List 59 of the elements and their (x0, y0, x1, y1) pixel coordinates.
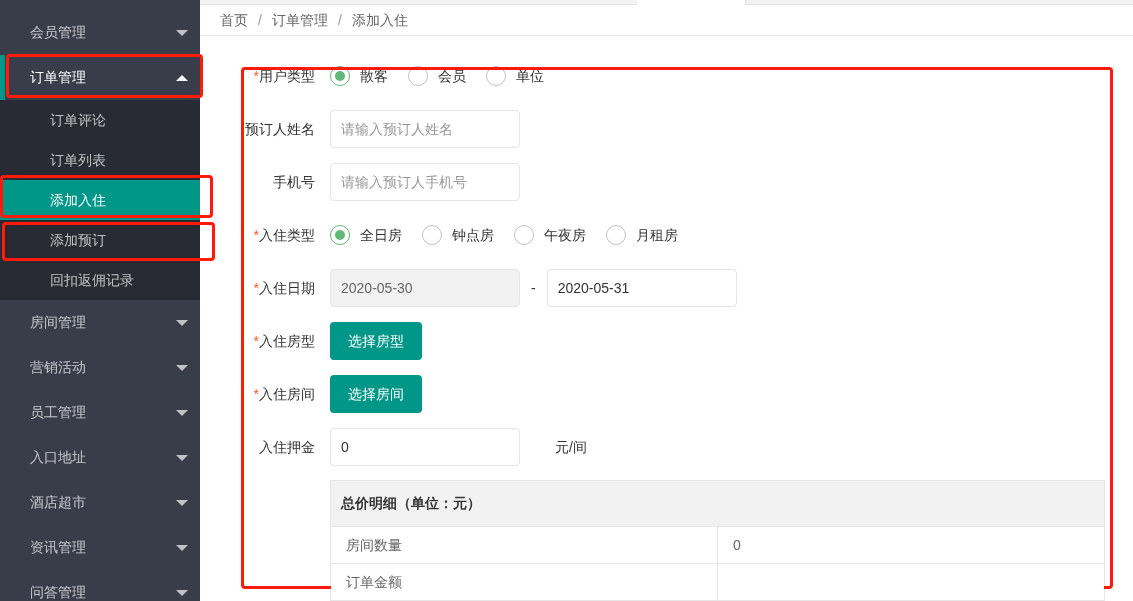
breadcrumb-link[interactable]: 订单管理 (271, 9, 328, 31)
radio-option[interactable]: 月租房 (606, 224, 678, 246)
submenu-item[interactable]: 订单评论 (0, 100, 200, 140)
sidebar-item[interactable]: 员工管理 (0, 390, 200, 435)
radio-option[interactable]: 会员 (408, 65, 466, 87)
breadcrumb-separator: / (337, 10, 342, 30)
date-field[interactable]: 2020-05-31 (546, 269, 737, 307)
input-field[interactable]: 请输入预订人手机号 (330, 163, 520, 201)
sidebar-item[interactable]: 会员管理 (0, 10, 200, 55)
breadcrumb-separator: / (258, 10, 262, 30)
range-separator: - (531, 278, 536, 298)
sidebar-item[interactable]: 问答管理 (0, 570, 200, 601)
caret-down-icon (176, 364, 188, 371)
unit-label: 元/间 (555, 437, 587, 457)
caret-down-icon (176, 409, 188, 416)
radio-option[interactable]: 钟点房 (422, 224, 494, 246)
required-mark: * (253, 332, 259, 349)
field-label: 预订人姓名 (245, 120, 315, 137)
field-label: 入住押金 (259, 438, 315, 455)
sidebar-item[interactable]: 营销活动 (0, 345, 200, 390)
field-label: 入住类型 (259, 226, 315, 243)
caret-up-icon (176, 74, 188, 81)
caret-down-icon (176, 29, 188, 36)
submenu-item[interactable]: 添加入住 (0, 180, 200, 220)
input-field[interactable]: 0 (330, 428, 520, 466)
sidebar-item[interactable]: 订单管理 (0, 55, 200, 100)
field-label: 入住房间 (259, 385, 315, 402)
required-mark: * (253, 385, 259, 402)
sidebar-item[interactable]: 资讯管理 (0, 525, 200, 570)
caret-down-icon (176, 319, 188, 326)
caret-down-icon (176, 499, 188, 506)
breadcrumb-link[interactable]: 添加入住 (351, 9, 408, 31)
sidebar-item[interactable]: 房间管理 (0, 300, 200, 345)
field-label: 入住日期 (259, 279, 315, 296)
radio-option[interactable]: 散客 (330, 65, 388, 87)
radio-option[interactable]: 午夜房 (514, 224, 586, 246)
submenu-item[interactable]: 订单列表 (0, 140, 200, 180)
select-button[interactable]: 选择房型 (330, 322, 422, 360)
table-header: 总价明细（单位：元） (331, 481, 1104, 526)
input-field[interactable]: 请输入预订人姓名 (330, 110, 520, 148)
select-button[interactable]: 选择房间 (330, 375, 422, 413)
required-mark: * (253, 279, 259, 296)
field-label: 用户类型 (259, 67, 315, 84)
field-label: 手机号 (273, 173, 315, 190)
table-cell-text: 0 (732, 535, 742, 555)
table-cell: 订单金额 (331, 564, 718, 600)
sidebar-item[interactable]: 入口地址 (0, 435, 200, 480)
required-mark: * (253, 67, 259, 84)
radio-option[interactable]: 全日房 (330, 224, 402, 246)
submenu-item[interactable]: 回扣返佣记录 (0, 260, 200, 300)
field-label: 入住房型 (259, 332, 315, 349)
caret-down-icon (176, 454, 188, 461)
sidebar-item[interactable]: 酒店超市 (0, 480, 200, 525)
caret-down-icon (176, 544, 188, 551)
required-mark: * (253, 226, 259, 243)
submenu-item[interactable]: 添加预订 (0, 220, 200, 260)
caret-down-icon (176, 589, 188, 596)
radio-option[interactable]: 单位 (486, 65, 544, 87)
breadcrumb-link[interactable]: 首页 (220, 9, 248, 31)
